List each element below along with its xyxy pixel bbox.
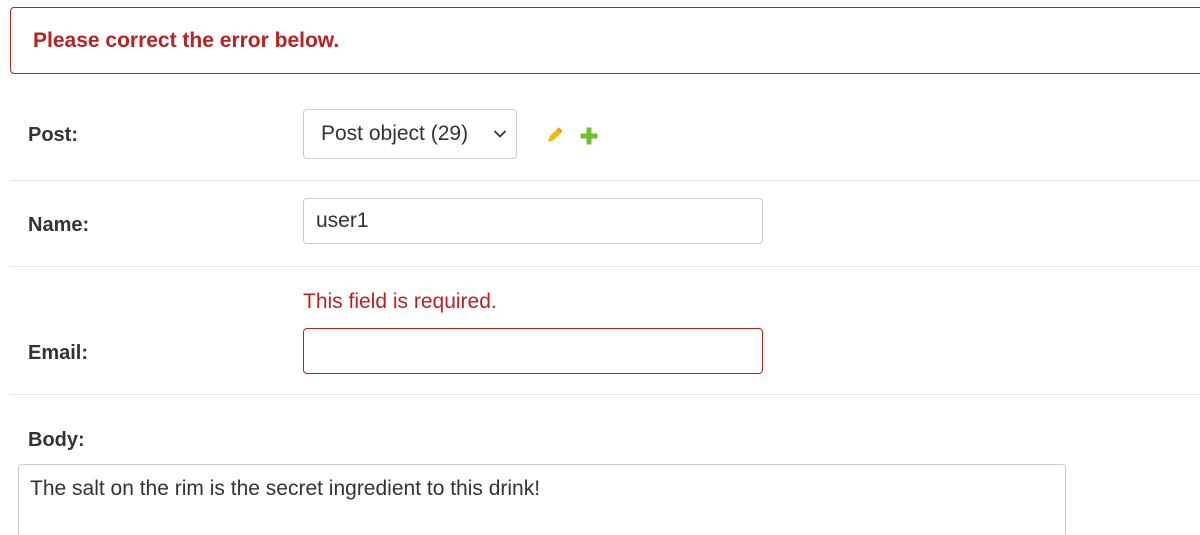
pencil-icon[interactable]	[543, 125, 565, 147]
email-error-message: This field is required.	[303, 290, 497, 313]
plus-icon[interactable]	[578, 125, 600, 147]
name-label: Name:	[28, 214, 90, 236]
error-note: Please correct the error below.	[10, 7, 1200, 74]
name-input-value: user1	[316, 209, 369, 232]
email-label: Email:	[28, 342, 89, 364]
email-input[interactable]	[303, 328, 763, 374]
form-row-post: Post:	[10, 75, 1200, 181]
chevron-down-icon	[494, 130, 506, 138]
post-select-value: Post object (29)	[321, 122, 469, 145]
name-input[interactable]: user1	[303, 198, 763, 244]
change-form: Please correct the error below. Post: Po…	[0, 0, 1200, 535]
post-label: Post:	[28, 124, 78, 146]
body-textarea-value: The salt on the rim is the secret ingred…	[30, 477, 541, 500]
body-textarea[interactable]: The salt on the rim is the secret ingred…	[18, 464, 1066, 535]
post-select[interactable]: Post object (29)	[303, 109, 517, 159]
body-label: Body:	[28, 429, 85, 451]
